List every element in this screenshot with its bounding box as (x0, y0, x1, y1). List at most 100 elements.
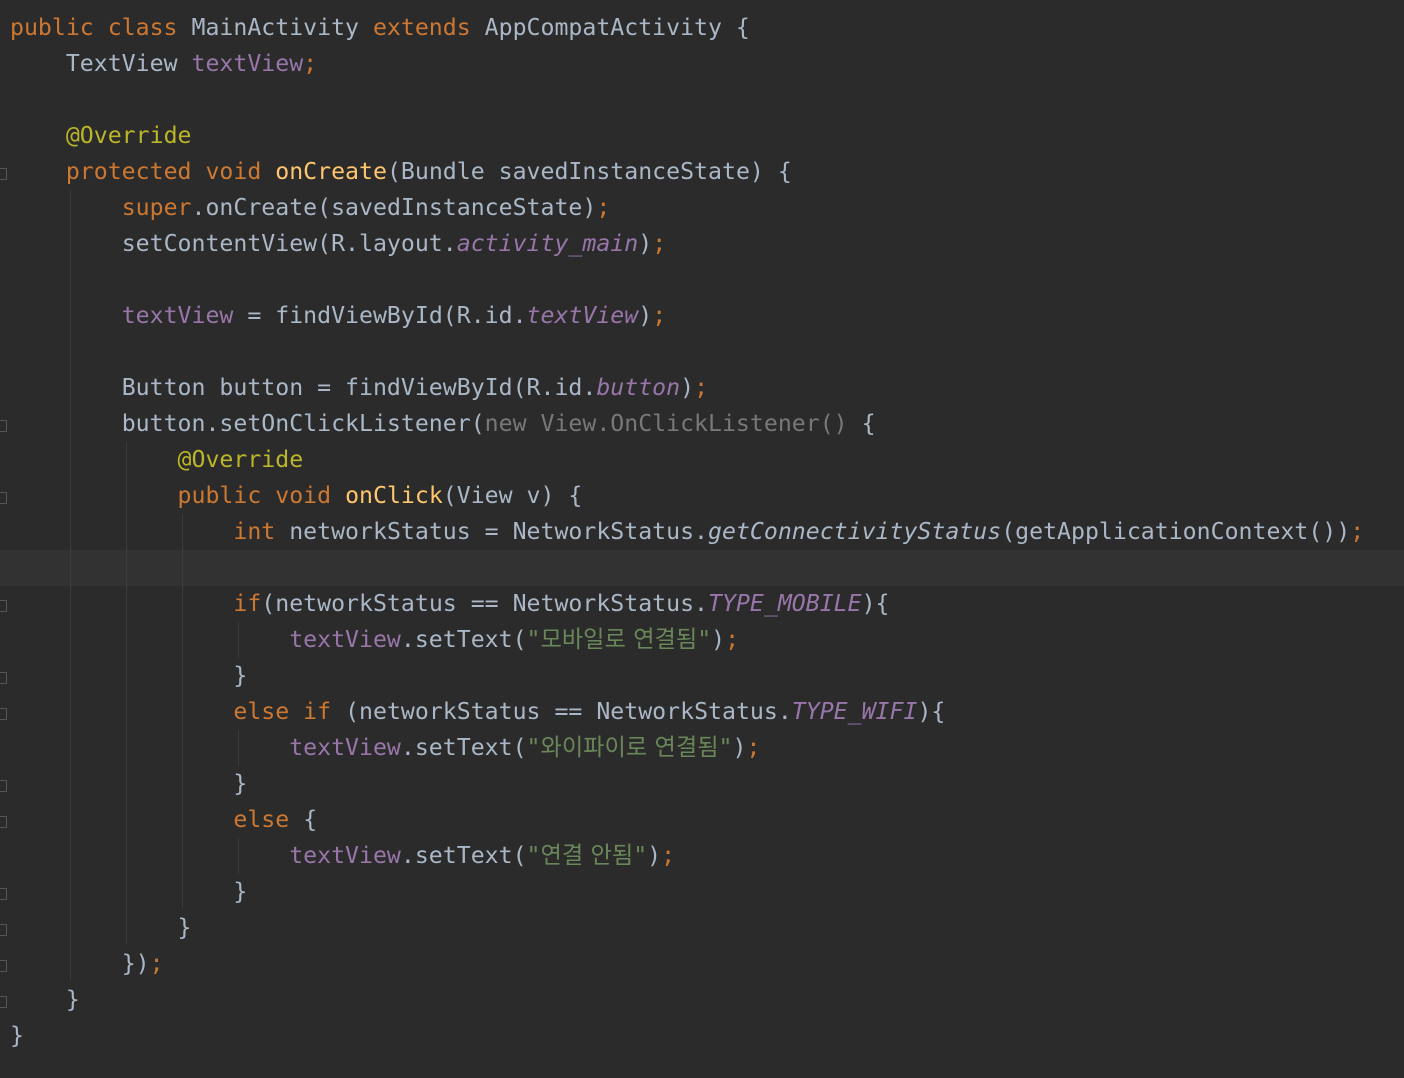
field-name: textView (191, 50, 304, 77)
fold-marker-icon[interactable] (0, 168, 7, 180)
string-quote: " (697, 626, 712, 653)
code-token: ) (638, 302, 653, 329)
code-line-5[interactable]: protected void onCreate(Bundle savedInst… (10, 154, 792, 190)
code-token: .onCreate(savedInstanceState) (191, 194, 597, 221)
code-token: } (10, 1022, 24, 1049)
fold-marker-icon[interactable] (0, 672, 7, 684)
semicolon: ; (661, 842, 676, 869)
code-line-9[interactable]: textView = findViewById(R.id.textView); (10, 298, 666, 334)
code-line-29[interactable]: } (10, 1018, 24, 1054)
fold-marker-icon[interactable] (0, 492, 7, 504)
code-line-24[interactable]: textView.setText("연결 안됨"); (10, 838, 675, 874)
code-line-19[interactable]: } (10, 658, 247, 694)
code-line-7[interactable]: setContentView(R.layout.activity_main); (10, 226, 666, 262)
code-token: { (303, 806, 318, 833)
code-token: Button button = findViewById(R.id. (121, 374, 597, 401)
fold-marker-icon[interactable] (0, 420, 7, 432)
fold-marker-icon[interactable] (0, 996, 7, 1008)
fold-marker-icon[interactable] (0, 708, 7, 720)
string-literal: 연결 안됨 (540, 842, 634, 869)
code-token: (networkStatus == NetworkStatus. (345, 698, 792, 725)
static-field: activity_main (456, 230, 639, 257)
semicolon: ; (596, 194, 611, 221)
semicolon: ; (1350, 518, 1365, 545)
code-token: ){ (861, 590, 890, 617)
code-line-6[interactable]: super.onCreate(savedInstanceState); (10, 190, 611, 226)
string-literal: 와이파이로 연결됨 (540, 734, 719, 761)
code-line-23[interactable]: else { (10, 802, 317, 838)
code-line-20[interactable]: else if (networkStatus == NetworkStatus.… (10, 694, 945, 730)
string-quote: " (633, 842, 648, 869)
code-token: } (233, 878, 248, 905)
static-field: TYPE_WIFI (791, 698, 918, 725)
code-token: AppCompatActivity { (484, 14, 750, 41)
semicolon: ; (725, 626, 740, 653)
string-quote: " (526, 734, 541, 761)
string-quote: " (718, 734, 733, 761)
semicolon: ; (652, 302, 667, 329)
fold-marker-icon[interactable] (0, 960, 7, 972)
static-method: getConnectivityStatus (708, 518, 1002, 545)
code-line-17[interactable]: if(networkStatus == NetworkStatus.TYPE_M… (10, 586, 890, 622)
caret-line-highlight (0, 550, 1404, 586)
code-line-12[interactable]: button.setOnClickListener(new View.OnCli… (10, 406, 876, 442)
code-editor[interactable]: public class MainActivity extends AppCom… (0, 0, 1404, 1078)
semicolon: ; (694, 374, 709, 401)
fold-marker-icon[interactable] (0, 780, 7, 792)
code-line-18[interactable]: textView.setText("모바일로 연결됨"); (10, 622, 739, 658)
annotation: @Override (177, 446, 304, 473)
semicolon: ; (652, 230, 667, 257)
string-literal: 모바일로 연결됨 (540, 626, 698, 653)
keyword: public void (177, 482, 346, 509)
fold-marker-icon[interactable] (0, 816, 7, 828)
code-token: ) (647, 842, 662, 869)
code-line-28[interactable]: } (10, 982, 80, 1018)
string-quote: " (526, 626, 541, 653)
method-name: onClick (345, 482, 443, 509)
code-token: }) (121, 950, 150, 977)
code-line-4[interactable]: @Override (10, 118, 192, 154)
fold-marker-icon[interactable] (0, 924, 7, 936)
keyword: super (121, 194, 192, 221)
code-token: ){ (917, 698, 946, 725)
field-name: textView (289, 842, 401, 869)
keyword: public class (10, 14, 192, 41)
code-line-13[interactable]: @Override (10, 442, 304, 478)
fold-marker-icon[interactable] (0, 888, 7, 900)
fold-marker-icon[interactable] (0, 600, 7, 612)
code-line-21[interactable]: textView.setText("와이파이로 연결됨"); (10, 730, 760, 766)
code-token: } (233, 770, 248, 797)
code-token: (View v) { (442, 482, 583, 509)
code-line-11[interactable]: Button button = findViewById(R.id.button… (10, 370, 708, 406)
folded-anonymous-class[interactable]: new View.OnClickListener() (485, 410, 848, 437)
code-line-1[interactable]: public class MainActivity extends AppCom… (10, 10, 750, 46)
semicolon: ; (149, 950, 164, 977)
code-token: (getApplicationContext()) (1001, 518, 1351, 545)
code-line-15[interactable]: int networkStatus = NetworkStatus.getCon… (10, 514, 1364, 550)
code-line-22[interactable]: } (10, 766, 247, 802)
code-line-27[interactable]: }); (10, 946, 164, 982)
static-field: TYPE_MOBILE (708, 590, 862, 617)
code-line-25[interactable]: } (10, 874, 247, 910)
code-line-14[interactable]: public void onClick(View v) { (10, 478, 583, 514)
code-token: ) (711, 626, 726, 653)
keyword: else (233, 806, 304, 833)
code-token: ) (680, 374, 695, 401)
code-token: setContentView(R.layout. (121, 230, 457, 257)
semicolon: ; (746, 734, 761, 761)
method-name: onCreate (275, 158, 387, 185)
annotation: @Override (65, 122, 192, 149)
code-line-26[interactable]: } (10, 910, 192, 946)
code-line-2[interactable]: TextView textView; (10, 46, 317, 82)
code-token: } (65, 986, 80, 1013)
field-name: textView (289, 626, 401, 653)
keyword: if (233, 590, 262, 617)
code-token: .setText( (400, 734, 527, 761)
code-token: (networkStatus == NetworkStatus. (261, 590, 709, 617)
code-token: { (847, 410, 876, 437)
keyword: else if (233, 698, 346, 725)
type-name: TextView (65, 50, 192, 77)
field-name: textView (289, 734, 401, 761)
class-name: MainActivity (191, 14, 373, 41)
field-name: textView (121, 302, 234, 329)
